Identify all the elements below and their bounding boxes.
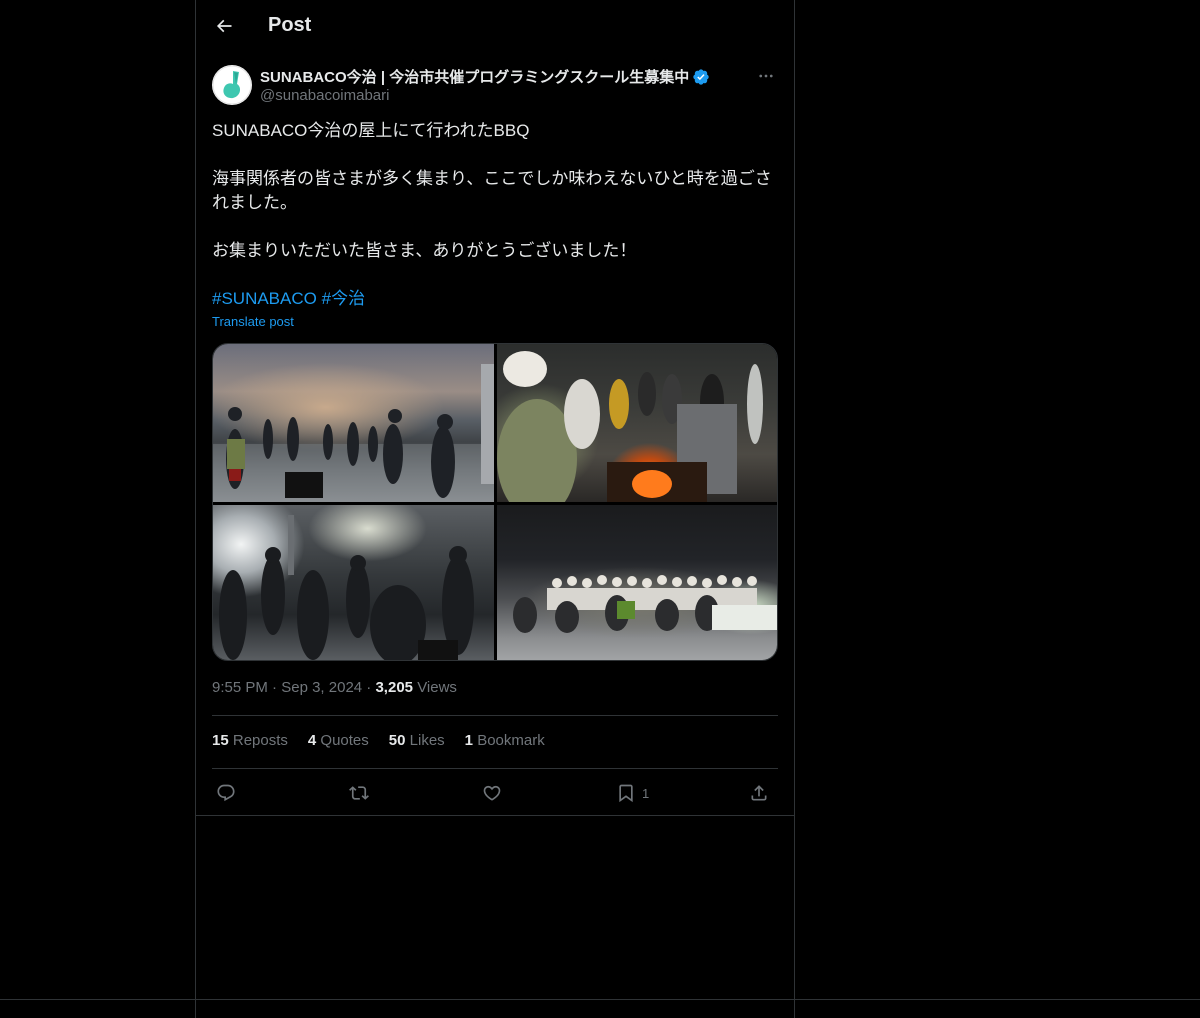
- stat-label: Reposts: [232, 732, 288, 749]
- views-count: 3,205: [375, 679, 414, 696]
- share-button[interactable]: [749, 781, 769, 805]
- like-button[interactable]: [482, 781, 502, 805]
- post-text: SUNABACO今治の屋上にて行われたBBQ 海事関係者の皆さまが多く集まり、こ…: [212, 119, 778, 311]
- translate-post-link[interactable]: Translate post: [212, 314, 294, 329]
- post-line: SUNABACO今治の屋上にて行われたBBQ: [212, 121, 530, 140]
- post-stats: 15 Reposts 4 Quotes 50 Likes 1 Bookmark: [212, 732, 545, 749]
- quotes-stat[interactable]: 4 Quotes: [308, 732, 369, 749]
- reply-icon: [217, 784, 235, 802]
- photo-evening-crowd[interactable]: [213, 505, 494, 660]
- bookmark-button[interactable]: 1: [616, 781, 649, 805]
- divider: [0, 999, 1200, 1000]
- photo-silhouettes: [497, 351, 763, 502]
- handle[interactable]: @sunabacoimabari: [260, 87, 389, 104]
- photo-rooftop-crowd[interactable]: [213, 344, 494, 502]
- repost-icon: [349, 786, 369, 800]
- divider: [212, 768, 778, 769]
- bookmark-count: 1: [642, 785, 650, 801]
- views-label: Views: [417, 679, 457, 696]
- sunabaco-logo-icon: [212, 65, 252, 105]
- avatar[interactable]: [212, 65, 252, 105]
- stat-label: Bookmark: [477, 732, 545, 749]
- share-icon: [751, 785, 767, 801]
- post-actions: 1: [212, 781, 778, 805]
- post-header: Post: [196, 0, 794, 53]
- hashtag-link[interactable]: #SUNABACO: [212, 289, 317, 308]
- media-grid: [212, 343, 778, 661]
- hashtag-link[interactable]: #今治: [322, 289, 365, 308]
- back-button[interactable]: [210, 12, 238, 40]
- stat-count: 1: [464, 732, 474, 749]
- post-detail-column: Post SUNABACO今治 | 今治市共催プログラミングスクール生募集中 @…: [195, 0, 795, 1018]
- repost-button[interactable]: [349, 781, 369, 805]
- photo-silhouettes: [219, 515, 474, 660]
- verified-badge-icon: [693, 68, 709, 85]
- divider: [196, 815, 794, 816]
- photo-group-shot[interactable]: [497, 505, 777, 660]
- post-time[interactable]: 9:55 PM: [212, 679, 268, 696]
- post-meta: 9:55 PM · Sep 3, 2024 · 3,205 Views: [212, 679, 457, 696]
- page-title: Post: [268, 14, 312, 36]
- photo-silhouettes: [213, 364, 494, 502]
- more-horizontal-icon: [759, 74, 773, 78]
- reply-button[interactable]: [216, 781, 236, 805]
- photo-grill[interactable]: [497, 344, 777, 502]
- display-name[interactable]: SUNABACO今治 | 今治市共催プログラミングスクール生募集中: [260, 66, 689, 87]
- post-line: 海事関係者の皆さまが多く集まり、ここでしか味わえないひと時を過ごされました。: [212, 169, 772, 212]
- stat-count: 15: [212, 732, 229, 749]
- more-options-button[interactable]: [754, 64, 778, 88]
- stat-count: 50: [388, 732, 406, 749]
- stat-count: 4: [307, 732, 317, 749]
- post-line: お集まりいただいた皆さま、ありがとうございました！: [212, 241, 637, 260]
- bookmarks-stat[interactable]: 1 Bookmark: [465, 732, 545, 749]
- reposts-stat[interactable]: 15 Reposts: [212, 732, 288, 749]
- stat-label: Quotes: [320, 732, 369, 749]
- hashtag-line: #SUNABACO #今治: [212, 287, 778, 311]
- post-author: SUNABACO今治 | 今治市共催プログラミングスクール生募集中 @sunab…: [212, 64, 778, 108]
- likes-stat[interactable]: 50 Likes: [389, 732, 445, 749]
- divider: [212, 715, 778, 716]
- heart-icon: [483, 785, 501, 801]
- stat-label: Likes: [409, 732, 445, 749]
- meta-separator: ·: [272, 679, 282, 696]
- bookmark-icon: [619, 784, 633, 803]
- post-date[interactable]: Sep 3, 2024: [281, 679, 362, 696]
- arrow-left-icon: [216, 19, 232, 33]
- display-name-row[interactable]: SUNABACO今治 | 今治市共催プログラミングスクール生募集中: [260, 66, 710, 87]
- photo-silhouettes: [513, 575, 777, 633]
